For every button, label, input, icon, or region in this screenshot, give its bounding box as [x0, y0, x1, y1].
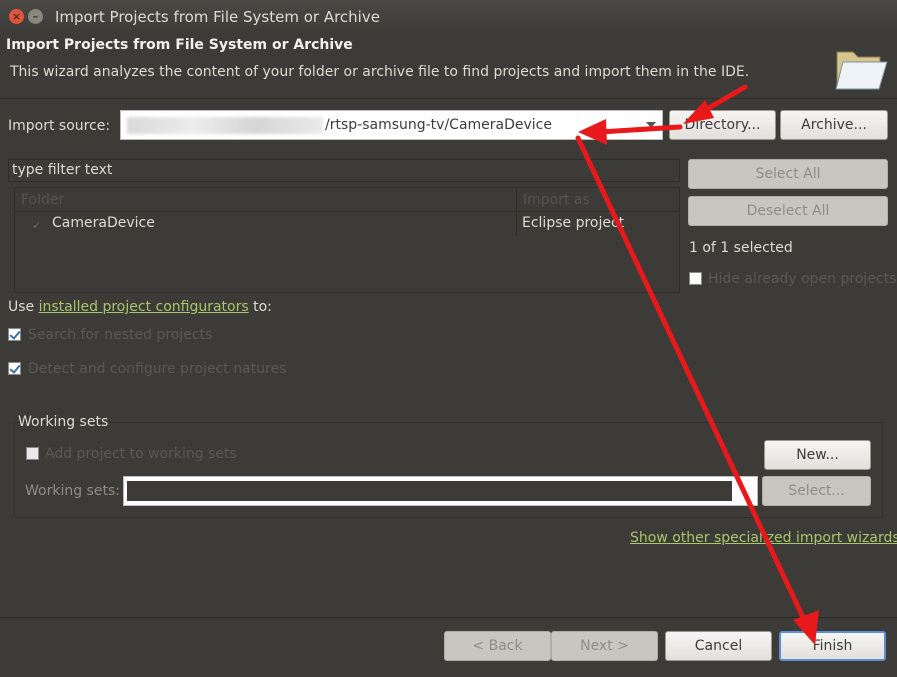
annotation-overlay — [575, 84, 819, 645]
arrowhead-directory — [683, 100, 714, 124]
annotation-arrow-combo — [597, 124, 683, 135]
arrowhead-combo — [578, 119, 607, 145]
arrowhead-finish — [793, 610, 819, 645]
annotation-arrow-finish — [575, 135, 811, 631]
